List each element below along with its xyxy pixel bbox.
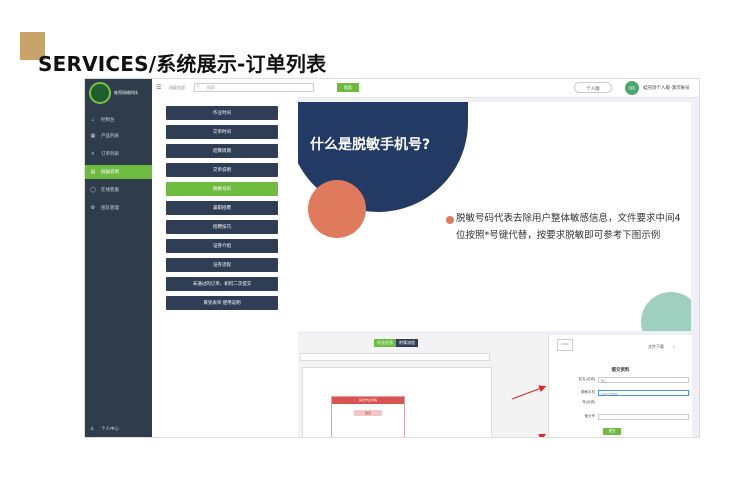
red-arrow-icon	[511, 385, 547, 437]
sidebar-item-label: 团队管理	[101, 205, 119, 210]
menu-item-submit-notes[interactable]: 交单说明	[166, 163, 278, 177]
slide-question: 什么是脱敏手机号?	[310, 137, 431, 153]
sidebar-item-label: 订单列表	[101, 151, 119, 156]
personal-edition-button[interactable]: 个人版	[574, 82, 612, 93]
person-icon: ♙	[90, 426, 95, 432]
user-icon: ◯	[90, 187, 96, 193]
menu-item-settlement[interactable]: 结算周期	[166, 144, 278, 158]
help-menu: 作业时间 交单时间 结算周期 交单说明 脱敏号码 兼职招聘 招聘技巧 证券介绍 …	[152, 97, 298, 437]
example-bar	[300, 353, 490, 361]
form-row-business: 营业号	[553, 413, 689, 420]
sidebar: 蛙壳网络科技 ⌂ 控制台 ▦ 产品列表 ≡ 订单列表 ▤ 班报说明 ◯ 在线客服…	[85, 79, 152, 437]
form-row-name: 姓名(必填) 张三	[553, 376, 689, 383]
menu-item-work-time[interactable]: 作业时间	[166, 106, 278, 120]
grid-icon: ▦	[90, 133, 96, 139]
name-field[interactable]: 张三	[598, 376, 689, 383]
menu-item-submit-time[interactable]: 交单时间	[166, 125, 278, 139]
file-download-link[interactable]: 文件下载	[648, 344, 664, 350]
class-select[interactable]: 班级全部	[169, 85, 185, 91]
document-icon: ▤	[90, 169, 96, 175]
menu-item-hiring-tips[interactable]: 招聘技巧	[166, 220, 278, 234]
search-input[interactable]: 搜索	[194, 83, 314, 92]
form-logo: LOGO	[557, 339, 573, 351]
submit-button[interactable]: 提交	[603, 428, 621, 435]
masked-phone-field[interactable]: 132****8006	[598, 389, 689, 396]
sidebar-item-support[interactable]: ◯ 在线客服	[85, 183, 152, 197]
menu-item-securities-flow[interactable]: 证券流程	[166, 258, 278, 272]
sidebar-item-team[interactable]: ⚙ 团队管理	[85, 201, 152, 215]
menu-item-resubmit[interactable]: 未通过的订单、如何二次提交	[166, 277, 278, 291]
example-card-header: 提交作业详情	[332, 397, 404, 404]
home-icon: ⌂	[91, 117, 95, 123]
slide-description: 脱敏号码代表去除用户整体敏感信息，文件要求中间4位按照*号键代替，按要求脱敏即可…	[456, 213, 681, 241]
teal-circle	[641, 292, 691, 331]
sidebar-item-label: 在线客服	[101, 187, 119, 192]
topbar: ☰ 班级全部 ⌕ 搜索 搜索 个人版 蛙壳 蛙壳场个人版-演示账号	[152, 79, 699, 98]
example-verify-button: 验证	[354, 410, 382, 416]
logo-emblem	[89, 82, 111, 104]
tab-work-info[interactable]: 作业信息	[374, 339, 396, 347]
bullet-dot	[446, 216, 454, 224]
menu-toggle-icon[interactable]: ☰	[156, 84, 161, 91]
menu-item-masked-number[interactable]: 脱敏号码	[166, 182, 278, 196]
user-account-label[interactable]: 蛙壳场个人版-演示账号	[643, 85, 690, 91]
sidebar-item-label: 个人中心	[101, 426, 119, 431]
menu-item-form-guide[interactable]: 黄亮表单 使用说明	[166, 296, 278, 310]
download-icon[interactable]: ⤓	[673, 343, 675, 348]
page-title: SERVICES/系统展示-订单列表	[38, 52, 327, 76]
submit-form-panel: LOGO 文件下载 ⤓ 提交资料 姓名(必填) 张三 脱敏手机 132****8…	[548, 335, 692, 437]
sidebar-item-dashboard[interactable]: ⌂ 控制台	[85, 113, 152, 127]
list-icon: ≡	[91, 151, 95, 157]
sidebar-item-profile[interactable]: ♙ 个人中心	[85, 423, 152, 435]
search-button[interactable]: 搜索	[337, 83, 359, 92]
team-icon: ⚙	[90, 205, 96, 211]
sidebar-item-label: 班报说明	[101, 169, 119, 174]
logo-text: 蛙壳网络科技	[114, 90, 138, 95]
content-slide: 什么是脱敏手机号? 脱敏号码代表去除用户整体敏感信息，文件要求中间4位按照*号键…	[298, 102, 691, 331]
example-phone-area: 提交作业详情 验证	[302, 367, 492, 437]
menu-item-part-time[interactable]: 兼职招聘	[166, 201, 278, 215]
sidebar-item-products[interactable]: ▦ 产品列表	[85, 129, 152, 143]
screenshot-frame: 蛙壳网络科技 ⌂ 控制台 ▦ 产品列表 ≡ 订单列表 ▤ 班报说明 ◯ 在线客服…	[84, 78, 700, 438]
tab-attached-flow[interactable]: 附属流程	[396, 339, 418, 347]
sidebar-item-orders[interactable]: ≡ 订单列表	[85, 147, 152, 161]
example-tabs: 作业信息 附属流程	[374, 339, 418, 347]
form-row-id: 号(必填)	[553, 399, 689, 406]
form-row-phone: 脱敏手机 132****8006	[553, 389, 689, 396]
avatar[interactable]: 蛙壳	[625, 81, 639, 95]
menu-item-securities-intro[interactable]: 证券介绍	[166, 239, 278, 253]
sidebar-item-notes[interactable]: ▤ 班报说明	[85, 165, 152, 179]
example-card: 提交作业详情 验证	[331, 396, 405, 437]
business-field[interactable]	[598, 413, 689, 420]
orange-circle	[308, 180, 366, 238]
logo: 蛙壳网络科技	[89, 81, 147, 105]
sidebar-item-label: 产品列表	[101, 133, 119, 138]
example-screenshot: 作业信息 附属流程 提交作业详情 验证 LOGO 文件下载 ⤓ 提交资料 姓名(…	[298, 335, 692, 437]
sidebar-item-label: 控制台	[101, 117, 115, 122]
form-title: 提交资料	[611, 367, 630, 372]
